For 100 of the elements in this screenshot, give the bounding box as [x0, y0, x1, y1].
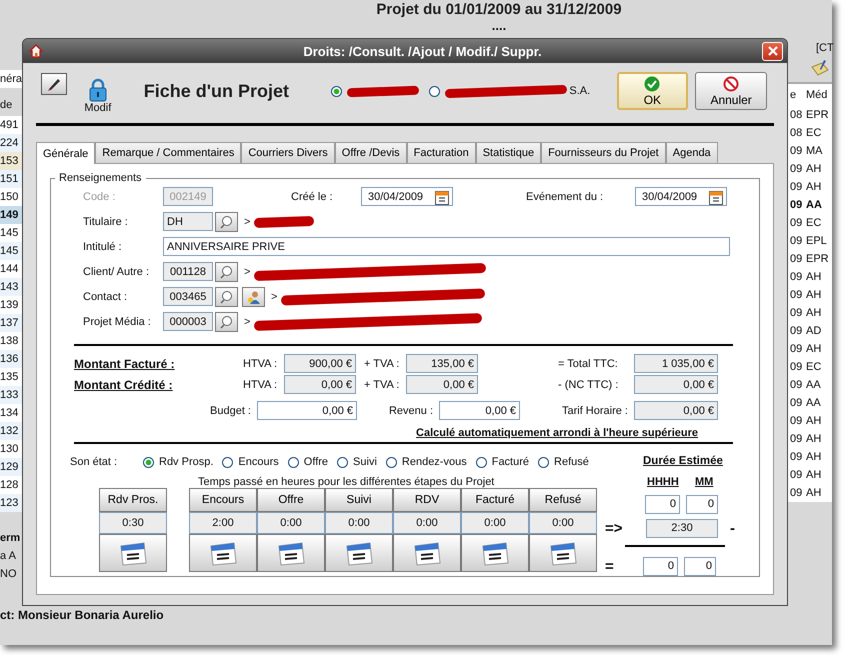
person-icon	[246, 290, 260, 304]
status-radio[interactable]: Encours	[222, 456, 279, 468]
minutes-field[interactable]: 0	[684, 556, 716, 576]
field-label: + TVA :	[364, 378, 400, 390]
field-label: HTVA :	[243, 378, 278, 390]
status-radio[interactable]: Facturé	[476, 456, 530, 468]
date-field[interactable]: 30/04/2009	[635, 187, 727, 206]
search-button[interactable]	[215, 262, 238, 282]
amount-field[interactable]: 0,00 €	[284, 375, 356, 394]
calendar-button[interactable]	[325, 534, 393, 572]
field-label: = Total TTC:	[558, 358, 619, 370]
code-field[interactable]: 001128	[163, 262, 213, 281]
search-button[interactable]	[215, 286, 238, 306]
stage-button[interactable]: RDV	[393, 488, 461, 512]
stage-button[interactable]: Encours	[189, 488, 257, 512]
column-label: HHHH	[647, 476, 680, 488]
table-cell: 491	[0, 116, 24, 134]
status-radio[interactable]: Rdv Prosp.	[143, 456, 214, 468]
time-field[interactable]: 0:30	[99, 512, 167, 534]
minutes-field[interactable]: 0	[686, 494, 718, 514]
time-field[interactable]: 0:00	[461, 512, 529, 534]
stage-button[interactable]: Rdv Pros.	[99, 488, 167, 512]
time-field[interactable]: 0:00	[257, 512, 325, 534]
page-subtitle: ....	[492, 18, 506, 33]
amount-field[interactable]: 0,00 €	[406, 375, 478, 394]
calendar-button[interactable]	[461, 534, 529, 572]
group-title: Renseignements	[58, 172, 143, 184]
code-field[interactable]: 000003	[163, 312, 213, 331]
field-label: - (NC TTC) :	[558, 378, 620, 390]
person-button[interactable]	[242, 286, 265, 306]
radio-button[interactable]	[330, 86, 342, 96]
column-label: MM	[695, 476, 714, 488]
column-header[interactable]: Méd	[806, 89, 828, 101]
time-field[interactable]: 2:00	[189, 512, 257, 534]
tab[interactable]: Générale	[36, 142, 96, 164]
status-radio[interactable]: Refusé	[538, 456, 589, 468]
dialog-button[interactable]: Annuler	[695, 72, 767, 110]
table-cell: 129	[0, 458, 24, 476]
calendar-button[interactable]	[189, 534, 257, 572]
calendar-icon[interactable]	[709, 188, 723, 204]
column-header[interactable]: de	[0, 94, 24, 116]
rate-field[interactable]: 0,00 €	[634, 401, 718, 420]
amount-field[interactable]: 900,00 €	[284, 354, 356, 373]
calendar-button[interactable]	[529, 534, 597, 572]
radio-button[interactable]	[429, 86, 440, 96]
tab[interactable]: Courriers Divers	[241, 142, 335, 163]
equals-text: =	[605, 558, 615, 574]
table-cell-text: 09	[789, 451, 804, 463]
status-radio[interactable]: Offre	[288, 456, 328, 468]
status-radio[interactable]: Rendez-vous	[386, 456, 467, 468]
tab[interactable]: Fournisseurs du Projet	[541, 142, 666, 163]
amount-field[interactable]: 135,00 €	[406, 354, 478, 373]
table-cell: 151	[0, 170, 24, 188]
hours-field[interactable]: 0	[645, 494, 680, 514]
edit-button[interactable]	[41, 73, 67, 95]
column-header[interactable]: e	[788, 89, 806, 101]
stage-button[interactable]: Offre	[257, 488, 325, 512]
search-button[interactable]	[215, 212, 238, 232]
amount-field[interactable]: 1 035,00 €	[634, 354, 718, 373]
calendar-button[interactable]	[99, 534, 167, 572]
field-label: Son état :	[70, 456, 118, 468]
tab[interactable]: Statistique	[476, 142, 542, 163]
notepad-icon[interactable]	[810, 58, 830, 78]
revenue-field[interactable]: 0,00 €	[439, 401, 520, 420]
calendar-button[interactable]	[257, 534, 325, 572]
code-field[interactable]: 003465	[163, 287, 213, 306]
time-field[interactable]: 0:00	[393, 512, 461, 534]
status-radio[interactable]: Suivi	[337, 456, 377, 468]
padlock-icon[interactable]	[88, 78, 108, 102]
calendar-icon	[118, 540, 148, 566]
close-icon	[768, 46, 778, 56]
search-button[interactable]	[215, 312, 238, 332]
code-field[interactable]: DH	[163, 212, 213, 231]
tab[interactable]: Agenda	[666, 142, 718, 163]
stage-button[interactable]: Facturé	[461, 488, 529, 512]
field-label: Projet Média :	[83, 316, 152, 328]
calendar-icon	[480, 540, 510, 566]
close-button[interactable]	[762, 42, 783, 60]
time-field[interactable]: 0:00	[325, 512, 393, 534]
tab[interactable]: Offre /Devis	[334, 142, 407, 163]
tab[interactable]: Remarque / Commentaires	[95, 142, 242, 163]
table-cell-text: 09	[789, 289, 804, 301]
tab[interactable]: Facturation	[406, 142, 476, 163]
stage-button[interactable]: Refusé	[529, 488, 597, 512]
date-field[interactable]: 30/04/2009	[361, 187, 453, 206]
budget-field[interactable]: 0,00 €	[257, 401, 357, 420]
field-label: Client/ Autre :	[83, 266, 150, 278]
dialog-button[interactable]: OK	[616, 72, 688, 110]
total-field[interactable]: 2:30	[646, 518, 718, 538]
calendar-button[interactable]	[393, 534, 461, 572]
stage-button[interactable]: Suivi	[325, 488, 393, 512]
title-field[interactable]: ANNIVERSAIRE PRIVE	[163, 237, 730, 256]
calendar-icon[interactable]	[435, 188, 449, 204]
table-cell: AH	[806, 181, 822, 193]
rounding-note: Calculé automatiquement arrondi à l'heure supérieure	[416, 427, 698, 439]
hours-field[interactable]: 0	[643, 556, 678, 576]
field-label: Tarif Horaire :	[560, 404, 629, 416]
amount-field[interactable]: 0,00 €	[634, 375, 718, 394]
table-cell: 139	[0, 296, 24, 314]
time-field[interactable]: 0:00	[529, 512, 597, 534]
